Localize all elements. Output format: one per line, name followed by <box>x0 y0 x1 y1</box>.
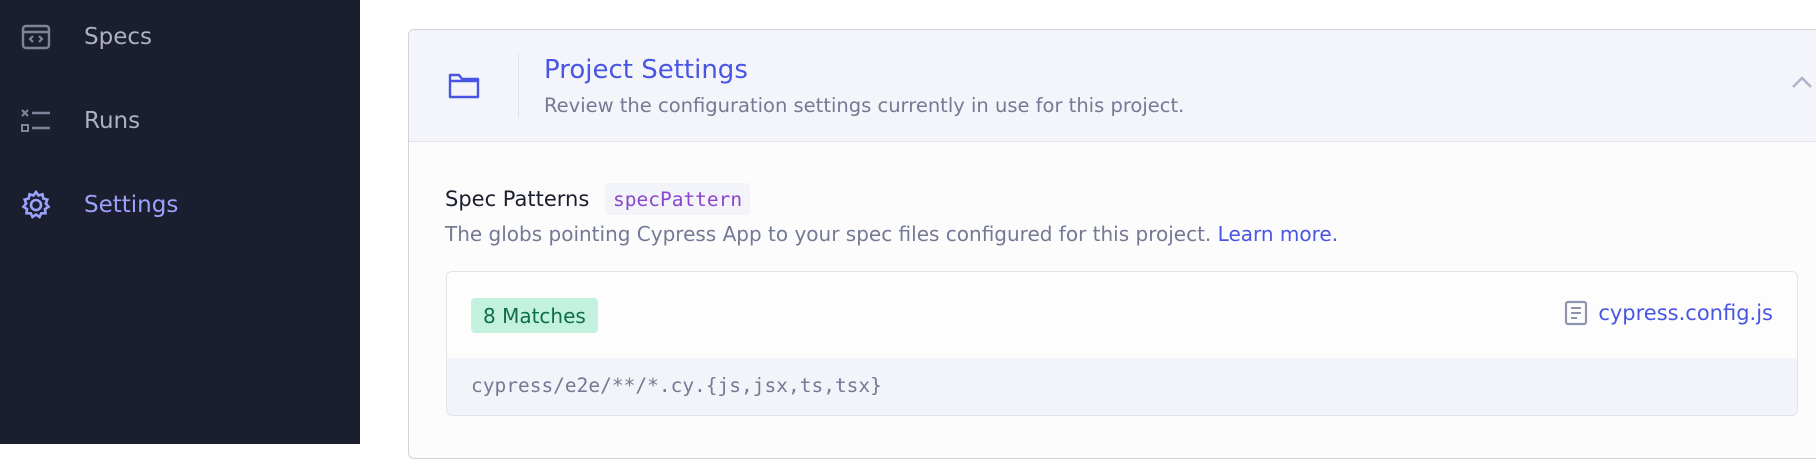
project-settings-header[interactable]: Project Settings Review the configuratio… <box>409 30 1816 142</box>
description-text: The globs pointing Cypress App to your s… <box>445 222 1212 246</box>
sidebar-item-settings[interactable]: Settings <box>0 173 360 237</box>
spec-patterns-title: Spec Patterns <box>445 187 590 211</box>
page-subtitle: Review the configuration settings curren… <box>544 94 1185 117</box>
header-divider <box>518 54 519 118</box>
document-icon <box>1564 300 1588 326</box>
matches-badge: 8 Matches <box>471 298 598 333</box>
gear-icon <box>20 189 52 221</box>
sidebar-item-label: Specs <box>84 24 152 50</box>
spec-pattern-value: cypress/e2e/**/*.cy.{js,jsx,ts,tsx} <box>471 374 882 397</box>
pattern-row: cypress/e2e/**/*.cy.{js,jsx,ts,tsx} <box>447 358 1797 415</box>
chevron-up-icon[interactable] <box>1787 68 1816 98</box>
config-file-link[interactable]: cypress.config.js <box>1564 300 1773 326</box>
sidebar-item-runs[interactable]: Runs <box>0 89 360 153</box>
sidebar-item-specs[interactable]: Specs <box>0 5 360 69</box>
config-file-label: cypress.config.js <box>1598 301 1773 325</box>
page-title: Project Settings <box>544 55 748 85</box>
matches-header: 8 Matches cypress.config.js <box>447 272 1797 359</box>
sidebar-item-label: Runs <box>84 108 141 134</box>
spec-pattern-code: specPattern <box>605 183 751 215</box>
sidebar-item-label: Settings <box>84 192 179 218</box>
runs-list-icon <box>20 105 52 137</box>
code-browser-icon <box>20 21 52 53</box>
learn-more-link[interactable]: Learn more. <box>1218 222 1338 246</box>
folder-icon <box>447 68 481 102</box>
spec-patterns-description: The globs pointing Cypress App to your s… <box>445 222 1338 246</box>
spec-matches-box: 8 Matches cypress.config.js cypress/e2e/… <box>446 271 1798 416</box>
sidebar: Specs Runs Settings <box>0 0 360 444</box>
